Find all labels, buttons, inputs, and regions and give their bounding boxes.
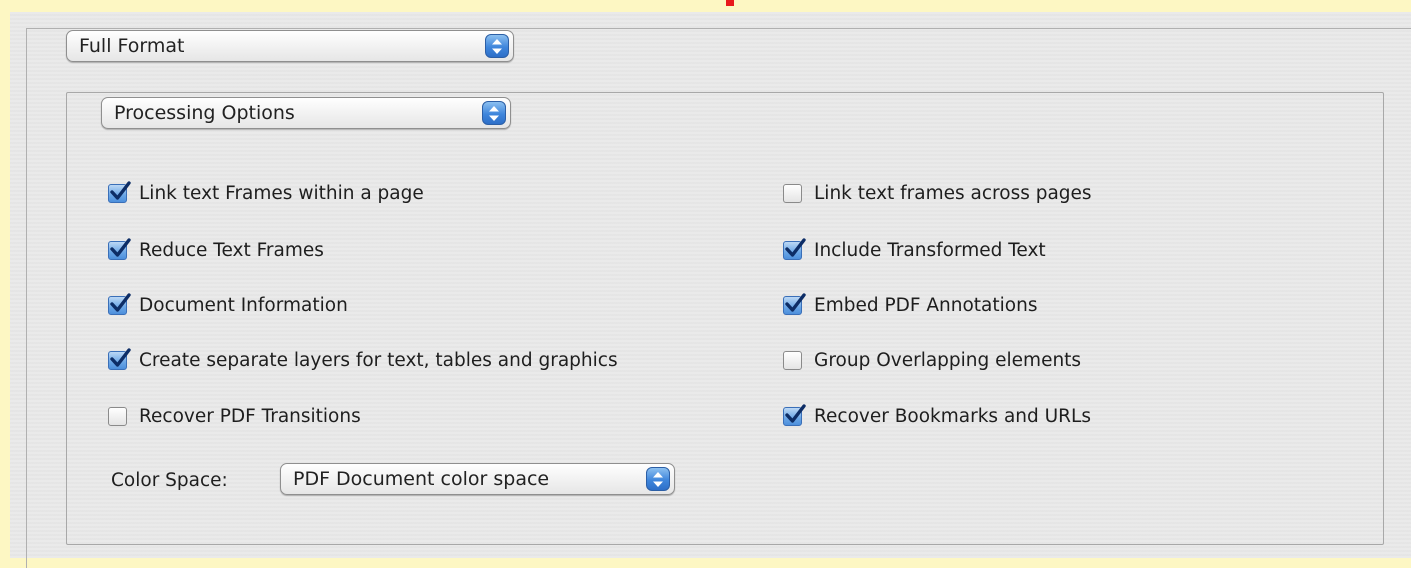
option-embed-pdf-annotations[interactable]: Embed PDF Annotations [783, 291, 1037, 319]
option-recover-bookmarks-and-urls[interactable]: Recover Bookmarks and URLs [783, 402, 1091, 430]
checkmark-icon [110, 292, 131, 312]
checkbox[interactable] [108, 406, 127, 426]
option-reduce-text-frames[interactable]: Reduce Text Frames [108, 236, 324, 264]
format-popup-label: Full Format [79, 35, 185, 57]
up-down-arrows-icon [482, 101, 506, 125]
option-recover-pdf-transitions[interactable]: Recover PDF Transitions [108, 402, 361, 430]
section-popup-button[interactable]: Processing Options [101, 97, 511, 129]
option-label: Reduce Text Frames [139, 239, 324, 261]
option-label: Include Transformed Text [814, 239, 1046, 261]
option-label: Recover PDF Transitions [139, 405, 361, 427]
option-create-separate-layers[interactable]: Create separate layers for text, tables … [108, 346, 618, 374]
checkmark-icon [785, 237, 806, 257]
option-include-transformed-text[interactable]: Include Transformed Text [783, 236, 1046, 264]
checkmark-icon [110, 180, 131, 200]
checkbox-checked[interactable] [108, 347, 131, 370]
checkmark-icon [785, 292, 806, 312]
option-label: Document Information [139, 294, 348, 316]
option-link-text-frames-within-page[interactable]: Link text Frames within a page [108, 179, 424, 207]
option-label: Recover Bookmarks and URLs [814, 405, 1091, 427]
option-link-text-frames-across-pages[interactable]: Link text frames across pages [783, 179, 1092, 207]
checkmark-icon [785, 403, 806, 423]
checkmark-icon [110, 237, 131, 257]
option-group-overlapping-elements[interactable]: Group Overlapping elements [783, 346, 1081, 374]
checkbox[interactable] [783, 350, 802, 370]
checkmark-icon [110, 347, 131, 367]
checkbox-checked[interactable] [783, 237, 806, 260]
format-popup-button[interactable]: Full Format [66, 30, 514, 62]
section-popup-label: Processing Options [114, 102, 295, 124]
checkbox-checked[interactable] [108, 237, 131, 260]
red-marker [726, 0, 734, 6]
up-down-arrows-icon [485, 34, 509, 58]
checkbox-checked[interactable] [108, 292, 131, 315]
color-space-popup-button[interactable]: PDF Document color space [280, 463, 675, 495]
option-document-information[interactable]: Document Information [108, 291, 348, 319]
option-label: Group Overlapping elements [814, 349, 1082, 371]
option-label: Link text frames across pages [814, 182, 1092, 204]
option-label: Embed PDF Annotations [814, 294, 1038, 316]
checkbox-checked[interactable] [108, 180, 131, 203]
option-label: Link text Frames within a page [139, 182, 424, 204]
up-down-arrows-icon [646, 467, 670, 491]
color-space-popup-label: PDF Document color space [293, 468, 550, 490]
checkbox-checked[interactable] [783, 403, 806, 426]
checkbox[interactable] [783, 183, 802, 203]
color-space-label: Color Space: [111, 470, 228, 491]
checkbox-checked[interactable] [783, 292, 806, 315]
option-label: Create separate layers for text, tables … [139, 349, 618, 371]
